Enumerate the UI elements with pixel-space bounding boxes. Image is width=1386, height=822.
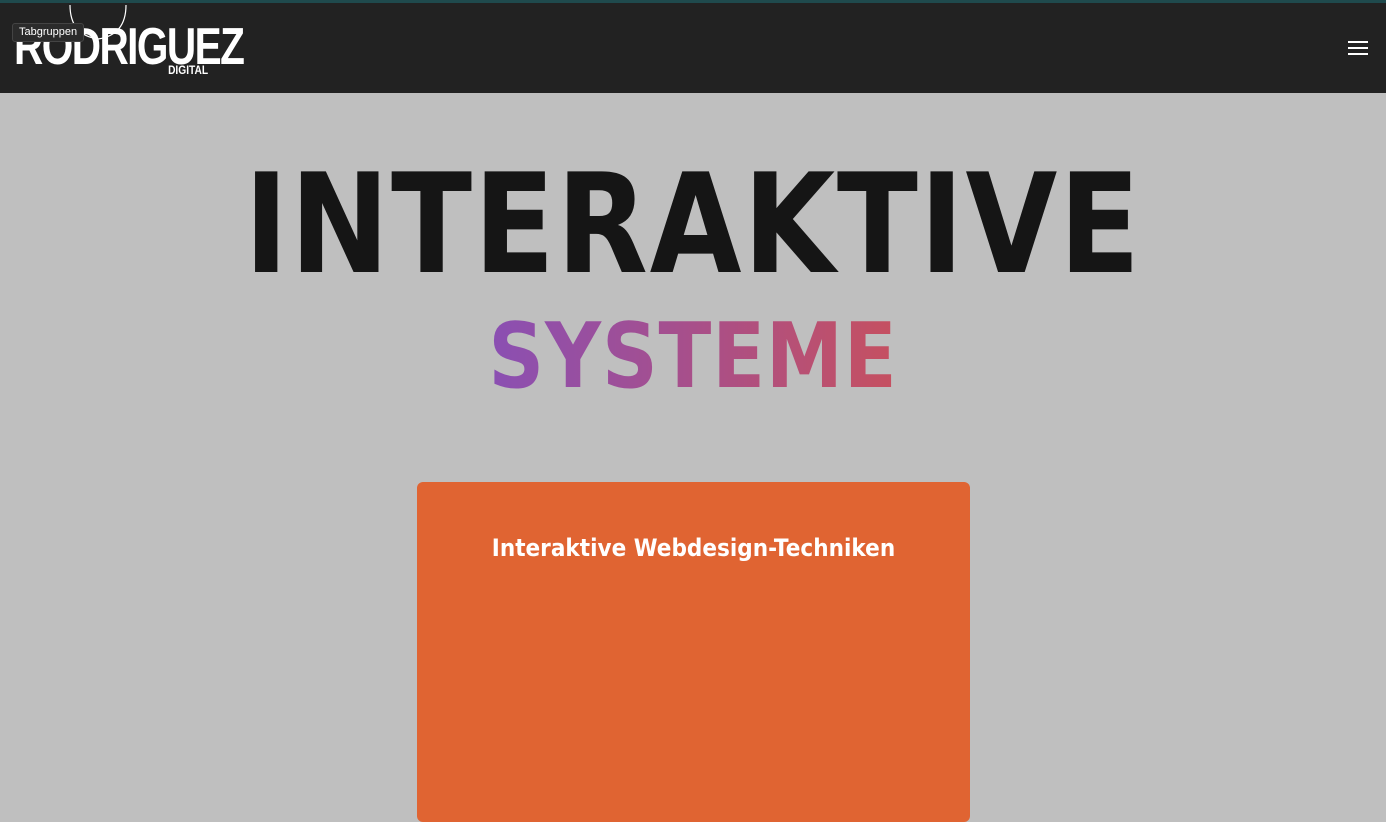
tab-groups-tooltip: Tabgruppen (12, 23, 85, 42)
navbar: RODRIGUEZ DIGITAL Tabgruppen (0, 3, 1386, 93)
hamburger-menu-icon[interactable] (1348, 41, 1368, 55)
menu-line (1348, 41, 1368, 43)
logo-subtext: DIGITAL (167, 63, 208, 77)
menu-line (1348, 53, 1368, 55)
hero-title: INTERAKTIVE (244, 144, 1142, 305)
card-title: Interaktive Webdesign-Techniken (491, 534, 896, 562)
menu-line (1348, 47, 1368, 49)
hero-subtitle-text: SYSTEME (488, 304, 898, 409)
feature-card[interactable]: Interaktive Webdesign-Techniken (417, 482, 970, 822)
hero-subtitle: SYSTEME (97, 302, 1289, 412)
